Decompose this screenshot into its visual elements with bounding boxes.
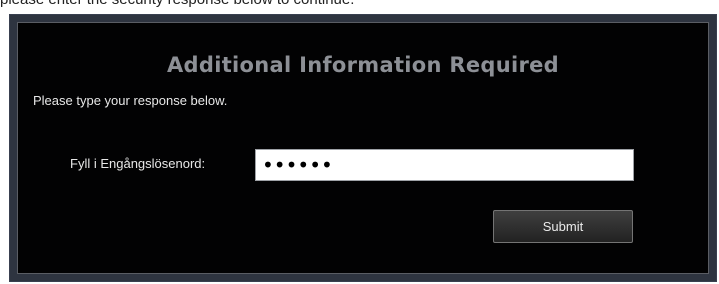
page-header-text: please enter the security response below… — [0, 0, 719, 8]
submit-button[interactable]: Submit — [493, 210, 633, 243]
dialog-frame: Additional Information Required Please t… — [9, 14, 717, 282]
additional-info-dialog: Additional Information Required Please t… — [17, 22, 709, 274]
dialog-title: Additional Information Required — [167, 53, 559, 77]
otp-field-label: Fyll i Engångslösenord: — [70, 156, 206, 171]
otp-password-input[interactable] — [255, 149, 634, 181]
dialog-instructions: Please type your response below. — [33, 93, 228, 108]
